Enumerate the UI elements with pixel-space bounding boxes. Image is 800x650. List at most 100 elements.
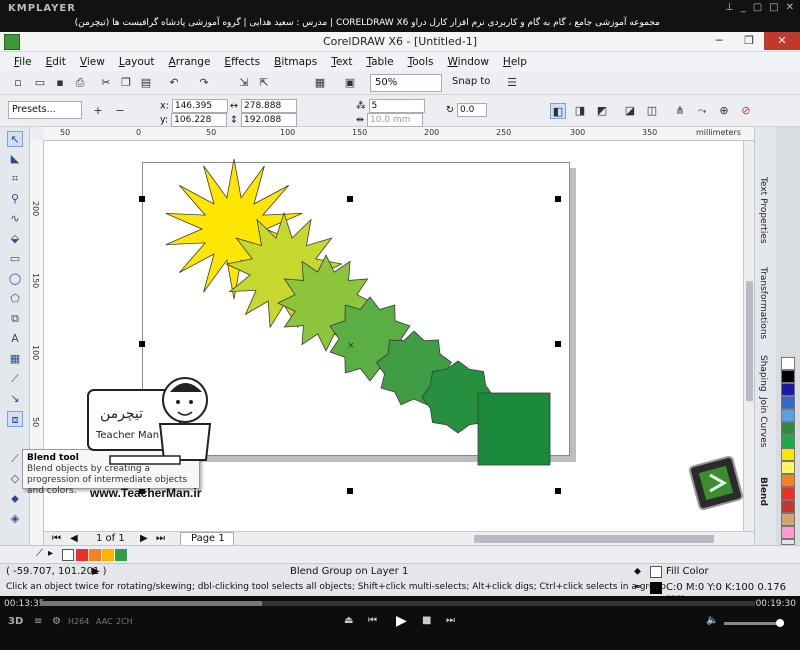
text-tool-icon[interactable]: A [7,331,23,347]
previous-icon[interactable]: ⏮ [368,615,377,626]
menu-bitmaps[interactable]: Bitmaps [274,56,317,68]
document-palette-swatch[interactable] [102,549,114,561]
vertical-scroll-thumb[interactable] [746,281,753,401]
palette-swatch[interactable] [781,396,795,409]
counterclockwise-blend-icon[interactable]: ◩ [594,103,610,119]
options-icon[interactable]: ☰ [504,75,520,91]
minimize-icon[interactable]: _ [741,2,746,13]
palette-swatch[interactable] [781,383,795,396]
volume-knob[interactable] [776,619,784,627]
presets-select[interactable]: Presets... [8,101,82,119]
palette-swatch[interactable] [781,513,795,526]
basic-shapes-tool-icon[interactable]: ⧉ [7,311,23,327]
menu-icon[interactable]: ≡ [34,616,42,627]
undo-icon[interactable]: ↶ [166,75,182,91]
selection-handle[interactable] [347,196,353,202]
restore-button[interactable]: ❐ [734,32,764,50]
docker-tab-shaping[interactable]: Shaping [758,355,768,392]
palette-swatch[interactable] [781,357,795,370]
palette-swatch[interactable] [781,435,795,448]
palette-swatch[interactable] [781,370,795,383]
width-field[interactable]: 278.888 mm [241,99,297,123]
docker-tab-transformations[interactable]: Transformations [758,267,768,339]
blend-direction-field[interactable]: 0.0 [457,103,487,117]
close-button[interactable]: ✕ [764,32,800,50]
copy-icon[interactable]: ❐ [118,75,134,91]
new-document-icon[interactable]: ▫ [10,75,26,91]
zoom-level-select[interactable]: 50% [370,74,442,92]
table-tool-icon[interactable]: ▦ [7,351,23,367]
x-position-field[interactable]: 146.395 mm [171,99,228,123]
blend-end-square[interactable] [477,392,551,466]
y-position-field[interactable]: 106.228 mm [171,113,228,137]
object-acceleration-icon[interactable]: ◪ [622,103,638,119]
menu-help[interactable]: Help [503,56,527,68]
connector-tool-icon[interactable]: ↘ [7,391,23,407]
selection-handle[interactable] [555,488,561,494]
next-icon[interactable]: ⏭ [446,615,455,626]
save-icon[interactable]: ▪ [52,75,68,91]
document-palette-swatch[interactable] [115,549,127,561]
selection-handle[interactable] [555,196,561,202]
next-page-icon[interactable]: ▶ [140,533,148,544]
menu-file[interactable]: File [14,56,32,68]
height-field[interactable]: 192.088 mm [241,113,297,137]
export-icon[interactable]: ⇱ [256,75,272,91]
menu-view[interactable]: View [80,56,105,68]
cut-icon[interactable]: ✂ [98,75,114,91]
redo-icon[interactable]: ↷ [196,75,212,91]
palette-swatch[interactable] [781,409,795,422]
rectangle-tool-icon[interactable]: ▭ [7,251,23,267]
crop-tool-icon[interactable]: ⌗ [7,171,23,187]
menu-edit[interactable]: Edit [46,56,66,68]
remove-preset-icon[interactable]: − [112,103,128,119]
eject-icon[interactable]: ⏏ [344,615,353,626]
selection-handle[interactable] [139,341,145,347]
zoom-tool-icon[interactable]: ⚲ [7,191,23,207]
open-icon[interactable]: ▭ [32,75,48,91]
color-acceleration-icon[interactable]: ◫ [644,103,660,119]
pin-icon[interactable]: ⊥ [725,2,734,13]
page-tab[interactable]: Page 1 [180,532,234,546]
palette-swatch[interactable] [781,487,795,500]
3d-icon[interactable]: 3D [8,616,23,627]
horizontal-scroll-thumb[interactable] [474,535,714,543]
blend-tool-icon[interactable]: ⧈ [7,411,23,427]
add-preset-icon[interactable]: + [90,103,106,119]
menu-effects[interactable]: Effects [224,56,260,68]
settings-icon[interactable]: ⚙ [52,616,61,627]
fill-tool-icon[interactable]: ⬥ [7,491,23,507]
import-icon[interactable]: ⇲ [236,75,252,91]
palette-swatch[interactable] [781,526,795,539]
docker-tab-blend[interactable]: Blend [758,477,768,506]
palette-options-icon[interactable]: ▸ [48,548,53,559]
menu-text[interactable]: Text [331,56,352,68]
direct-blend-icon[interactable]: ◧ [550,103,566,119]
dimension-tool-icon[interactable]: ⟋ [7,371,23,387]
paste-icon[interactable]: ▤ [138,75,154,91]
freehand-tool-icon[interactable]: ∿ [7,211,23,227]
docker-tab-join-curves[interactable]: Join Curves [758,397,768,447]
more-blend-options-icon[interactable]: ⊕ [716,103,732,119]
palette-swatch[interactable] [781,422,795,435]
clear-blend-icon[interactable]: ⊘ [738,103,754,119]
blend-steps-field[interactable]: 5 [368,99,425,113]
vertical-scrollbar[interactable] [743,141,754,531]
play-button-icon[interactable]: ▶ [396,613,407,629]
fill-swatch[interactable] [650,566,662,578]
docker-tab-text-properties[interactable]: Text Properties [758,177,768,244]
menu-arrange[interactable]: Arrange [169,56,211,68]
menu-tools[interactable]: Tools [408,56,434,68]
blend-spacing-field[interactable]: 10.0 mm [367,113,423,127]
selection-handle[interactable] [139,196,145,202]
outline-tool-icon[interactable]: ◇ [7,471,23,487]
palette-swatch[interactable] [781,461,795,474]
ellipse-tool-icon[interactable]: ◯ [7,271,23,287]
menu-window[interactable]: Window [448,56,489,68]
application-launcher-icon[interactable]: ▦ [312,75,328,91]
volume-slider[interactable] [724,622,784,625]
polygon-tool-icon[interactable]: ⬠ [7,291,23,307]
print-icon[interactable]: ⎙ [72,75,88,91]
document-palette-swatch[interactable] [76,549,88,561]
clockwise-blend-icon[interactable]: ◨ [572,103,588,119]
